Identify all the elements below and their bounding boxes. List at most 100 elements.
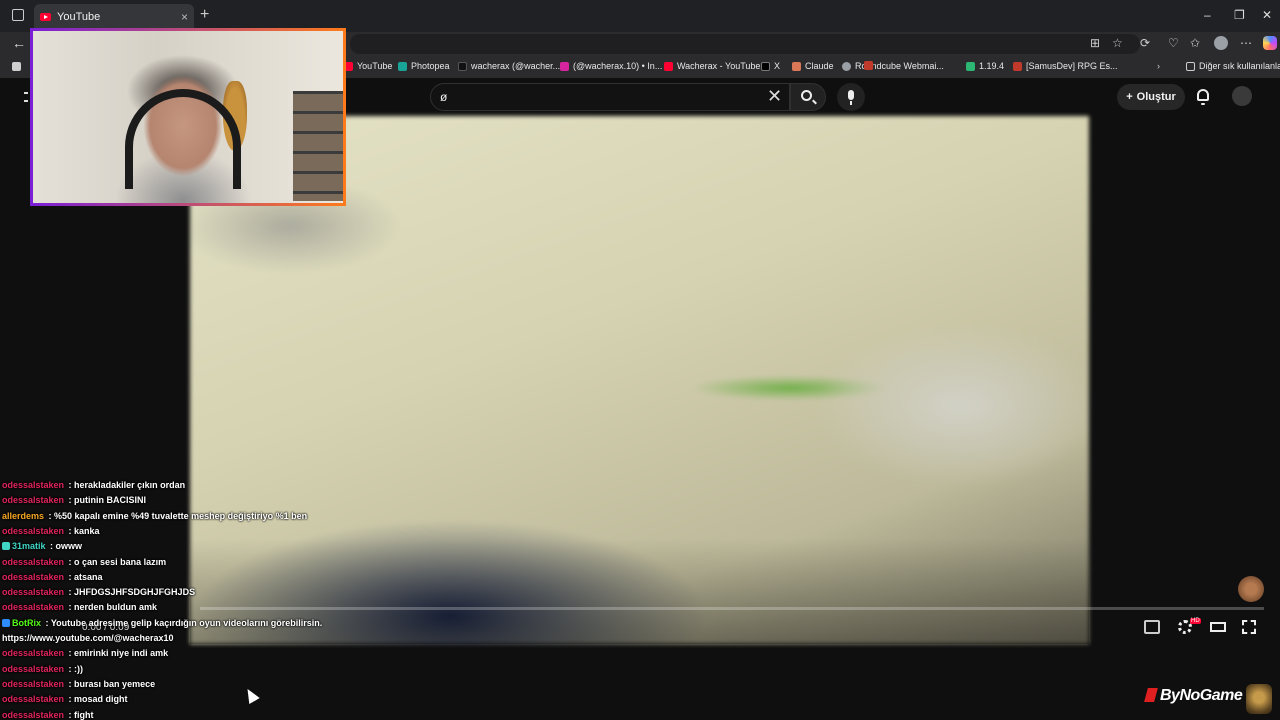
bookshelf-image xyxy=(293,91,343,201)
search-value: ø xyxy=(440,90,448,104)
bookmark-item[interactable]: (@wacherax.10) • In... xyxy=(560,61,662,71)
close-tab-icon[interactable]: × xyxy=(181,10,188,24)
notifications-bell-icon[interactable] xyxy=(1197,89,1209,105)
search-icon xyxy=(801,90,812,101)
chat-separator: : xyxy=(43,617,51,628)
version-icon xyxy=(966,61,975,71)
youtube-favicon-icon xyxy=(40,13,51,21)
chat-separator: : xyxy=(47,541,56,552)
chat-separator: : xyxy=(66,709,75,720)
browser-essentials-icon[interactable]: ♡ xyxy=(1168,36,1179,50)
chat-text: burası ban yemece xyxy=(74,678,156,689)
chat-username: BotRix xyxy=(12,617,41,628)
close-window-button[interactable]: ✕ xyxy=(1262,8,1272,22)
profile-avatar[interactable] xyxy=(1214,36,1228,50)
chat-text: :)) xyxy=(74,663,84,674)
bookmark-item[interactable]: wacherax (@wacher... xyxy=(458,61,560,71)
extensions-icon[interactable]: ⟳ xyxy=(1140,36,1150,50)
search-input[interactable] xyxy=(430,83,790,111)
chat-username: odessalstaken xyxy=(2,663,65,674)
hamburger-menu-icon[interactable] xyxy=(24,92,28,102)
bookmark-item[interactable] xyxy=(864,61,873,70)
new-tab-button[interactable]: + xyxy=(200,6,209,24)
bookmark-item[interactable]: [SamusDev] RPG Es... xyxy=(1013,61,1118,71)
back-icon[interactable]: ← xyxy=(12,35,26,51)
bookmark-item[interactable]: Roundcube Webmai... xyxy=(842,61,944,71)
tab-title: YouTube xyxy=(57,11,101,23)
favorites-icon[interactable]: ✩ xyxy=(1190,36,1200,50)
chat-username: odessalstaken xyxy=(2,571,65,582)
sidebar-toggle-icon[interactable] xyxy=(12,9,24,21)
channel-watermark[interactable] xyxy=(1238,576,1264,602)
chat-separator: : xyxy=(66,678,75,689)
chat-badge-icon xyxy=(2,542,10,551)
chat-separator: : xyxy=(66,587,75,598)
chat-username: odessalstaken xyxy=(2,480,65,490)
bookmarks-chevron-icon[interactable]: › xyxy=(1157,61,1160,71)
chat-username: odessalstaken xyxy=(2,648,65,659)
chat-text: %50 kapalı emine %49 tuvalette meshep de… xyxy=(54,510,308,521)
youtube-icon xyxy=(664,61,673,71)
bookmark-manager-icon[interactable] xyxy=(12,62,21,71)
folder-icon xyxy=(1186,61,1195,71)
chat-separator: : xyxy=(66,556,75,567)
chat-text: kanka xyxy=(74,525,100,536)
chat-message: odessalstaken : mosad dight xyxy=(2,692,128,707)
voice-search-icon[interactable] xyxy=(837,83,865,111)
chat-message: odessalstaken : herakladakiler çıkın ord… xyxy=(2,478,185,493)
chat-separator: : xyxy=(66,571,75,582)
account-avatar[interactable] xyxy=(1232,86,1252,106)
other-bookmarks[interactable]: Diğer sık kullanılanlar xyxy=(1186,61,1280,71)
claude-icon xyxy=(792,61,801,71)
chat-message: odessalstaken : kanka xyxy=(2,524,100,539)
chat-separator: : xyxy=(66,495,75,506)
chat-message: odessalstaken : emirinki niye indi amk xyxy=(2,646,168,661)
bynogame-logo: ByNoGame xyxy=(1144,687,1243,705)
tab-youtube[interactable]: YouTube × xyxy=(34,4,194,30)
bookmark-item[interactable]: Claude xyxy=(792,61,834,71)
apps-icon[interactable]: ⊞ xyxy=(1090,36,1100,50)
chat-username: odessalstaken xyxy=(2,556,65,567)
chat-message: BotRix : Youtube adresime gelip kaçırdığ… xyxy=(2,616,322,631)
copilot-icon[interactable] xyxy=(1263,36,1277,50)
bookmark-item[interactable]: 1.19.4 xyxy=(966,61,1004,71)
favorite-star-icon[interactable]: ☆ xyxy=(1112,36,1123,50)
chat-text: putinin BACISINI xyxy=(74,495,147,506)
more-menu-icon[interactable]: ⋯ xyxy=(1240,36,1252,50)
chat-message: odessalstaken : o çan sesi bana lazım xyxy=(2,555,166,570)
chat-username: odessalstaken xyxy=(2,525,65,536)
samusdev-icon xyxy=(1013,61,1022,71)
chat-username: odessalstaken xyxy=(2,694,65,705)
theater-mode-icon[interactable] xyxy=(1210,622,1226,632)
chat-separator: : xyxy=(66,663,75,674)
maximize-button[interactable]: ❐ xyxy=(1234,8,1245,22)
video-progress-bar[interactable] xyxy=(200,607,1264,610)
instagram-icon xyxy=(560,61,569,71)
chat-username: odessalstaken xyxy=(2,495,65,506)
chat-text: fight xyxy=(74,709,94,720)
plus-icon: + xyxy=(1126,91,1133,103)
chat-text: nerden buldun amk xyxy=(74,602,158,613)
subtitles-icon[interactable] xyxy=(1144,620,1160,634)
crest-logo xyxy=(1246,684,1272,714)
create-label: Oluştur xyxy=(1136,91,1176,103)
bookmark-item[interactable]: YouTube xyxy=(344,61,392,71)
bookmark-item[interactable]: Wacherax - YouTube xyxy=(664,61,760,71)
chat-separator: : xyxy=(66,602,75,613)
chat-message: odessalstaken : burası ban yemece xyxy=(2,677,155,692)
clear-search-icon[interactable]: ✕ xyxy=(767,86,782,107)
chat-message: odessalstaken : :)) xyxy=(2,662,83,677)
fullscreen-icon[interactable] xyxy=(1242,620,1256,634)
bookmark-item[interactable]: Photopea xyxy=(398,61,450,71)
bookmark-item[interactable]: X xyxy=(761,61,780,71)
minimize-button[interactable]: – xyxy=(1204,8,1211,22)
chat-separator: : xyxy=(46,510,55,521)
chat-username: 31matik xyxy=(12,541,46,552)
hd-badge: HD xyxy=(1190,618,1201,624)
create-button[interactable]: + Oluştur xyxy=(1117,84,1185,110)
address-bar[interactable] xyxy=(350,34,1140,54)
chat-message: odessalstaken : putinin BACISINI xyxy=(2,493,146,508)
chat-text: atsana xyxy=(74,571,103,582)
chat-text: https://www.youtube.com/@wacherax10 xyxy=(2,633,174,643)
chat-separator: : xyxy=(66,525,75,536)
